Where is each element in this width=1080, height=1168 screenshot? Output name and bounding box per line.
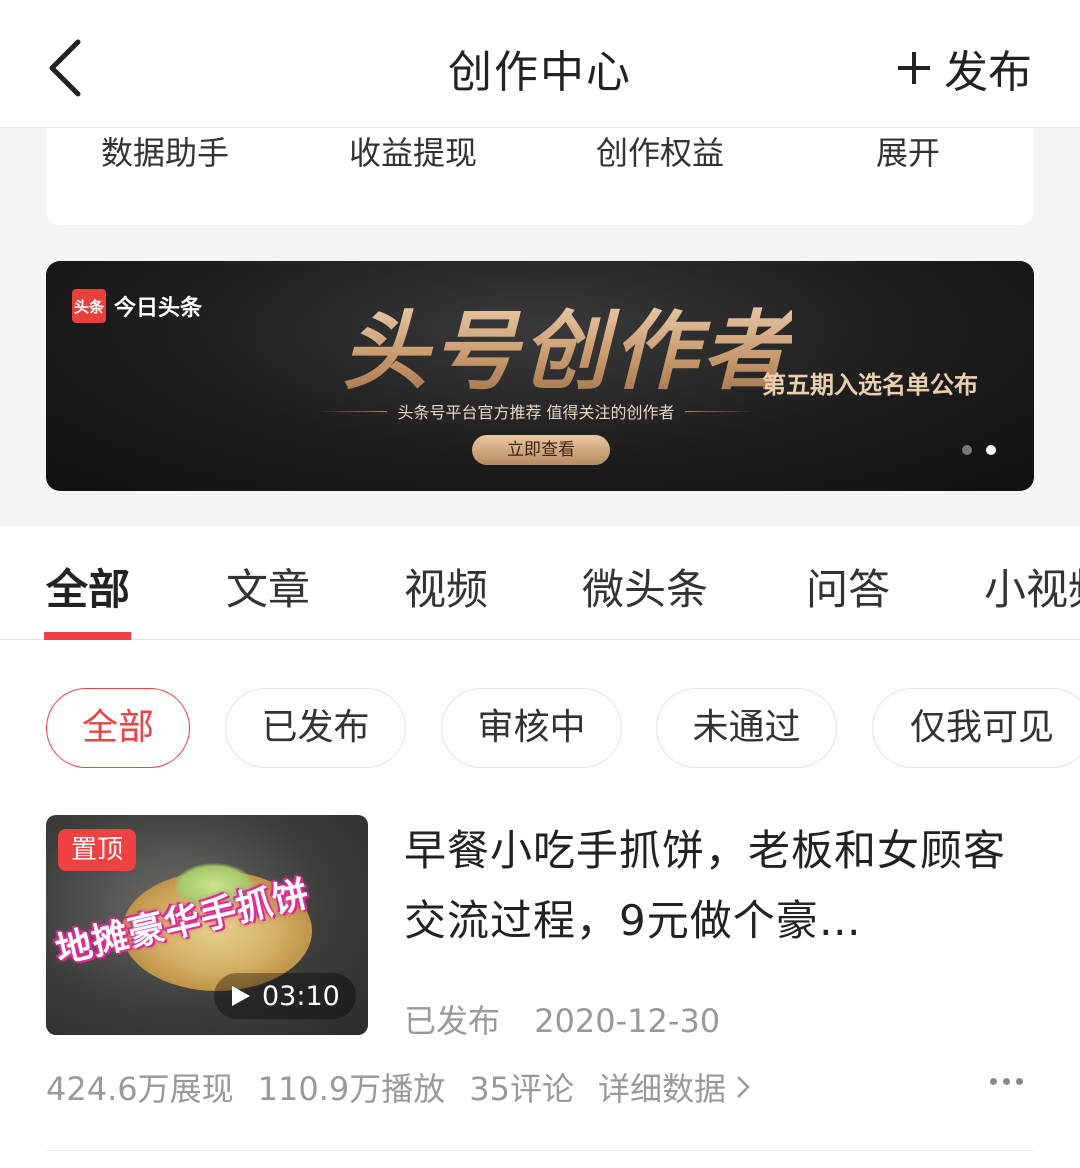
tab-qa[interactable]: 问答: [806, 556, 890, 617]
shortcut-creator-benefits[interactable]: 创作权益: [596, 128, 724, 174]
plays-count: 110.9万播放: [257, 1070, 446, 1108]
filter-published[interactable]: 已发布: [225, 688, 406, 768]
plus-icon: [898, 52, 930, 84]
chevron-right-icon: [737, 1076, 750, 1098]
video-thumbnail[interactable]: 置顶 地摊豪华手抓饼 03:10: [46, 815, 368, 1035]
shortcut-earnings-withdraw[interactable]: 收益提现: [349, 128, 477, 174]
banner-headline: 头号创作者: [342, 281, 792, 406]
article-meta: 已发布 2020-12-30: [404, 996, 720, 1042]
comments-count: 35评论: [469, 1070, 574, 1108]
shortcut-bar: 数据助手 收益提现 创作权益 展开: [46, 128, 1034, 225]
article-title[interactable]: 早餐小吃手抓饼，老板和女顾客交流过程，9元做个豪…: [404, 816, 1024, 956]
toutiao-logo-icon: 头条: [72, 289, 106, 323]
top-bar: 创作中心 发布: [0, 0, 1080, 128]
filter-under-review[interactable]: 审核中: [441, 688, 622, 768]
duration-text: 03:10: [262, 980, 340, 1012]
article-stats: 424.6万展现 110.9万播放 35评论 详细数据: [46, 1064, 750, 1110]
view-now-button[interactable]: 立即查看: [472, 435, 610, 465]
detail-data-label: 详细数据: [597, 1070, 726, 1108]
impressions-count: 424.6万展现: [46, 1070, 234, 1108]
publish-button[interactable]: 发布: [896, 36, 1032, 100]
banner-subtitle: 头条号平台官方推荐 值得关注的创作者: [397, 403, 675, 422]
active-tab-indicator: [44, 632, 131, 640]
shortcut-data-assistant[interactable]: 数据助手: [101, 128, 229, 174]
pinned-badge: 置顶: [58, 829, 136, 871]
carousel-dot-active[interactable]: [986, 445, 996, 455]
filter-rejected[interactable]: 未通过: [656, 688, 837, 768]
content-type-tabs: 全部 文章 视频 微头条 问答 小视频: [0, 526, 1080, 640]
publish-label: 发布: [944, 47, 1032, 98]
carousel-dot[interactable]: [962, 445, 972, 455]
more-dots-icon[interactable]: [990, 1078, 1029, 1085]
banner-subtitle-row: 头条号平台官方推荐 值得关注的创作者: [316, 399, 756, 423]
banner-announcement: 第五期入选名单公布: [762, 370, 978, 399]
carousel-indicator: [962, 445, 1010, 455]
divider: [684, 410, 756, 412]
status-badge: 已发布: [404, 1002, 501, 1040]
publish-date: 2020-12-30: [534, 1002, 721, 1040]
brand: 头条 今日头条: [72, 289, 202, 323]
promo-banner[interactable]: 头条 今日头条 头号创作者 头条号平台官方推荐 值得关注的创作者 立即查看 第五…: [46, 261, 1034, 491]
play-icon: [232, 986, 250, 1006]
shortcut-expand[interactable]: 展开: [876, 128, 940, 174]
video-duration: 03:10: [214, 973, 356, 1019]
divider: [316, 410, 388, 412]
content-panel: 全部 文章 视频 微头条 问答 小视频 全部 已发布 审核中 未通过 仅我可见 …: [0, 526, 1080, 1168]
tab-articles[interactable]: 文章: [226, 556, 310, 617]
tab-videos[interactable]: 视频: [404, 556, 488, 617]
divider: [46, 1150, 1034, 1151]
tab-short-videos[interactable]: 小视频: [984, 556, 1080, 617]
filter-private[interactable]: 仅我可见: [872, 688, 1080, 768]
tab-micro-posts[interactable]: 微头条: [582, 556, 708, 617]
detail-data-link[interactable]: 详细数据: [598, 1064, 750, 1110]
filter-all[interactable]: 全部: [46, 688, 190, 768]
tab-all[interactable]: 全部: [46, 556, 130, 617]
brand-name: 今日头条: [114, 296, 203, 321]
